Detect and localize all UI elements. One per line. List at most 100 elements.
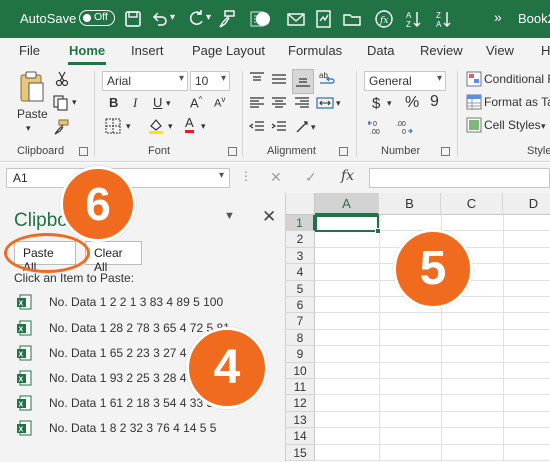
tab-review[interactable]: Review xyxy=(420,43,463,58)
font-color-dropdown-icon[interactable]: ▾ xyxy=(201,121,206,132)
redo-icon[interactable] xyxy=(186,9,206,29)
tab-data[interactable]: Data xyxy=(367,43,394,58)
clipboard-item[interactable]: X No. Data 1 8 2 32 3 76 4 14 5 5 xyxy=(16,419,286,439)
format-painter-ribbon-icon[interactable] xyxy=(53,119,69,138)
pane-options-icon[interactable]: ▼ xyxy=(224,210,235,222)
currency-button[interactable]: $ xyxy=(372,95,380,112)
currency-dropdown-icon[interactable]: ▾ xyxy=(387,98,392,109)
column-header[interactable]: B xyxy=(379,193,441,215)
column-header[interactable]: C xyxy=(441,193,503,215)
save-icon[interactable] xyxy=(123,9,143,29)
fill-color-icon[interactable] xyxy=(147,117,165,138)
row-header[interactable]: 13 xyxy=(286,411,315,429)
orientation-dropdown-icon[interactable]: ▾ xyxy=(311,122,316,133)
tab-page-layout[interactable]: Page Layout xyxy=(192,43,265,58)
enter-icon[interactable]: ✓ xyxy=(305,169,317,186)
tab-insert[interactable]: Insert xyxy=(131,43,164,58)
drag-handle-icon[interactable]: ⋮ xyxy=(240,169,252,183)
merge-dropdown-icon[interactable]: ▾ xyxy=(336,98,341,109)
increase-decimal-icon[interactable]: 0.00 xyxy=(367,118,388,139)
sort-za-icon[interactable]: ZA xyxy=(434,9,454,29)
row-header[interactable]: 15 xyxy=(286,444,315,461)
close-icon[interactable]: ✕ xyxy=(262,207,276,227)
format-as-table-button[interactable]: Format as Ta xyxy=(484,95,550,109)
percent-button[interactable]: % xyxy=(405,94,419,112)
cancel-icon[interactable]: ✕ xyxy=(270,169,282,186)
row-header[interactable]: 5 xyxy=(286,280,315,297)
conditional-formatting-button[interactable]: Conditional F xyxy=(484,72,550,86)
bold-button[interactable]: B xyxy=(109,95,118,110)
row-header[interactable]: 1 xyxy=(286,215,315,232)
borders-dropdown-icon[interactable]: ▾ xyxy=(126,121,131,132)
grow-font-button[interactable]: A^ xyxy=(190,95,202,110)
font-launcher-icon[interactable] xyxy=(228,147,237,156)
number-format-select[interactable]: General ▾ xyxy=(364,71,446,91)
row-header[interactable]: 3 xyxy=(286,247,315,265)
align-middle-icon[interactable] xyxy=(271,71,287,90)
row-header[interactable]: 12 xyxy=(286,395,315,412)
align-left-icon[interactable] xyxy=(249,95,265,114)
cut-icon[interactable] xyxy=(55,71,69,90)
font-size-select[interactable]: 10 ▾ xyxy=(190,71,230,91)
fill-handle[interactable] xyxy=(375,228,381,234)
tab-help[interactable]: H xyxy=(541,43,550,58)
tab-formulas[interactable]: Formulas xyxy=(288,43,342,58)
undo-icon[interactable] xyxy=(150,9,170,29)
font-name-select[interactable]: Arial ▾ xyxy=(102,71,188,91)
paste-icon[interactable] xyxy=(18,71,46,108)
sheet-icon[interactable] xyxy=(314,9,334,29)
row-header[interactable]: 2 xyxy=(286,231,315,248)
row-header[interactable]: 14 xyxy=(286,428,315,445)
copy-icon[interactable] xyxy=(53,95,69,114)
format-painter-icon[interactable] xyxy=(216,9,236,29)
fill-color-dropdown-icon[interactable]: ▾ xyxy=(168,121,173,132)
clipboard-item[interactable]: X No. Data 1 2 2 1 3 83 4 89 5 100 xyxy=(16,293,286,313)
row-header[interactable]: 4 xyxy=(286,264,315,281)
number-launcher-icon[interactable] xyxy=(441,147,450,156)
row-header[interactable]: 9 xyxy=(286,346,315,363)
paste-dropdown-icon[interactable]: ▾ xyxy=(26,123,31,134)
sort-az-icon[interactable]: AZ xyxy=(404,9,424,29)
cell-styles-icon[interactable] xyxy=(466,117,482,136)
record-icon[interactable] xyxy=(253,9,273,29)
column-header[interactable]: D xyxy=(503,193,550,215)
decrease-decimal-icon[interactable]: .00 0 xyxy=(394,118,414,139)
borders-icon[interactable] xyxy=(105,118,121,137)
email-icon[interactable] xyxy=(286,9,306,29)
tab-file[interactable]: File xyxy=(19,43,40,58)
row-header[interactable]: 7 xyxy=(286,313,315,330)
copy-dropdown-icon[interactable]: ▾ xyxy=(72,97,77,108)
formula-input[interactable] xyxy=(369,168,550,188)
active-cell[interactable] xyxy=(315,215,379,232)
align-bottom-icon[interactable] xyxy=(292,69,314,94)
select-all-corner[interactable] xyxy=(286,193,315,215)
align-center-icon[interactable] xyxy=(271,95,287,114)
format-as-table-icon[interactable] xyxy=(466,94,482,113)
row-header[interactable]: 10 xyxy=(286,362,315,379)
undo-dropdown-icon[interactable]: ▾ xyxy=(170,12,178,32)
paste-label[interactable]: Paste xyxy=(17,107,48,121)
underline-button[interactable]: U xyxy=(153,95,162,110)
wrap-text-icon[interactable]: ab xyxy=(318,70,336,91)
clear-all-button[interactable]: Clear All xyxy=(85,241,142,274)
row-header[interactable]: 6 xyxy=(286,297,315,314)
underline-dropdown-icon[interactable]: ▾ xyxy=(166,98,171,109)
merge-center-icon[interactable] xyxy=(316,95,334,114)
cell-styles-dropdown-icon[interactable]: ▾ xyxy=(541,121,546,132)
row-header[interactable]: 8 xyxy=(286,329,315,347)
font-color-button[interactable]: A xyxy=(185,116,194,133)
increase-indent-icon[interactable] xyxy=(271,119,287,138)
align-right-icon[interactable] xyxy=(294,95,310,114)
align-top-icon[interactable] xyxy=(249,71,265,90)
cell-styles-button[interactable]: Cell Styles xyxy=(484,118,541,132)
conditional-formatting-icon[interactable] xyxy=(466,71,482,90)
italic-button[interactable]: I xyxy=(133,95,137,111)
autosave-toggle[interactable]: Off xyxy=(79,10,115,26)
alignment-launcher-icon[interactable] xyxy=(339,147,348,156)
decrease-indent-icon[interactable] xyxy=(248,119,265,138)
orientation-icon[interactable] xyxy=(294,119,310,138)
comma-button[interactable]: 9 xyxy=(430,93,439,111)
insert-function-icon[interactable]: fx xyxy=(341,168,354,184)
folder-icon[interactable] xyxy=(342,9,362,29)
more-commands-icon[interactable]: » xyxy=(494,9,502,25)
